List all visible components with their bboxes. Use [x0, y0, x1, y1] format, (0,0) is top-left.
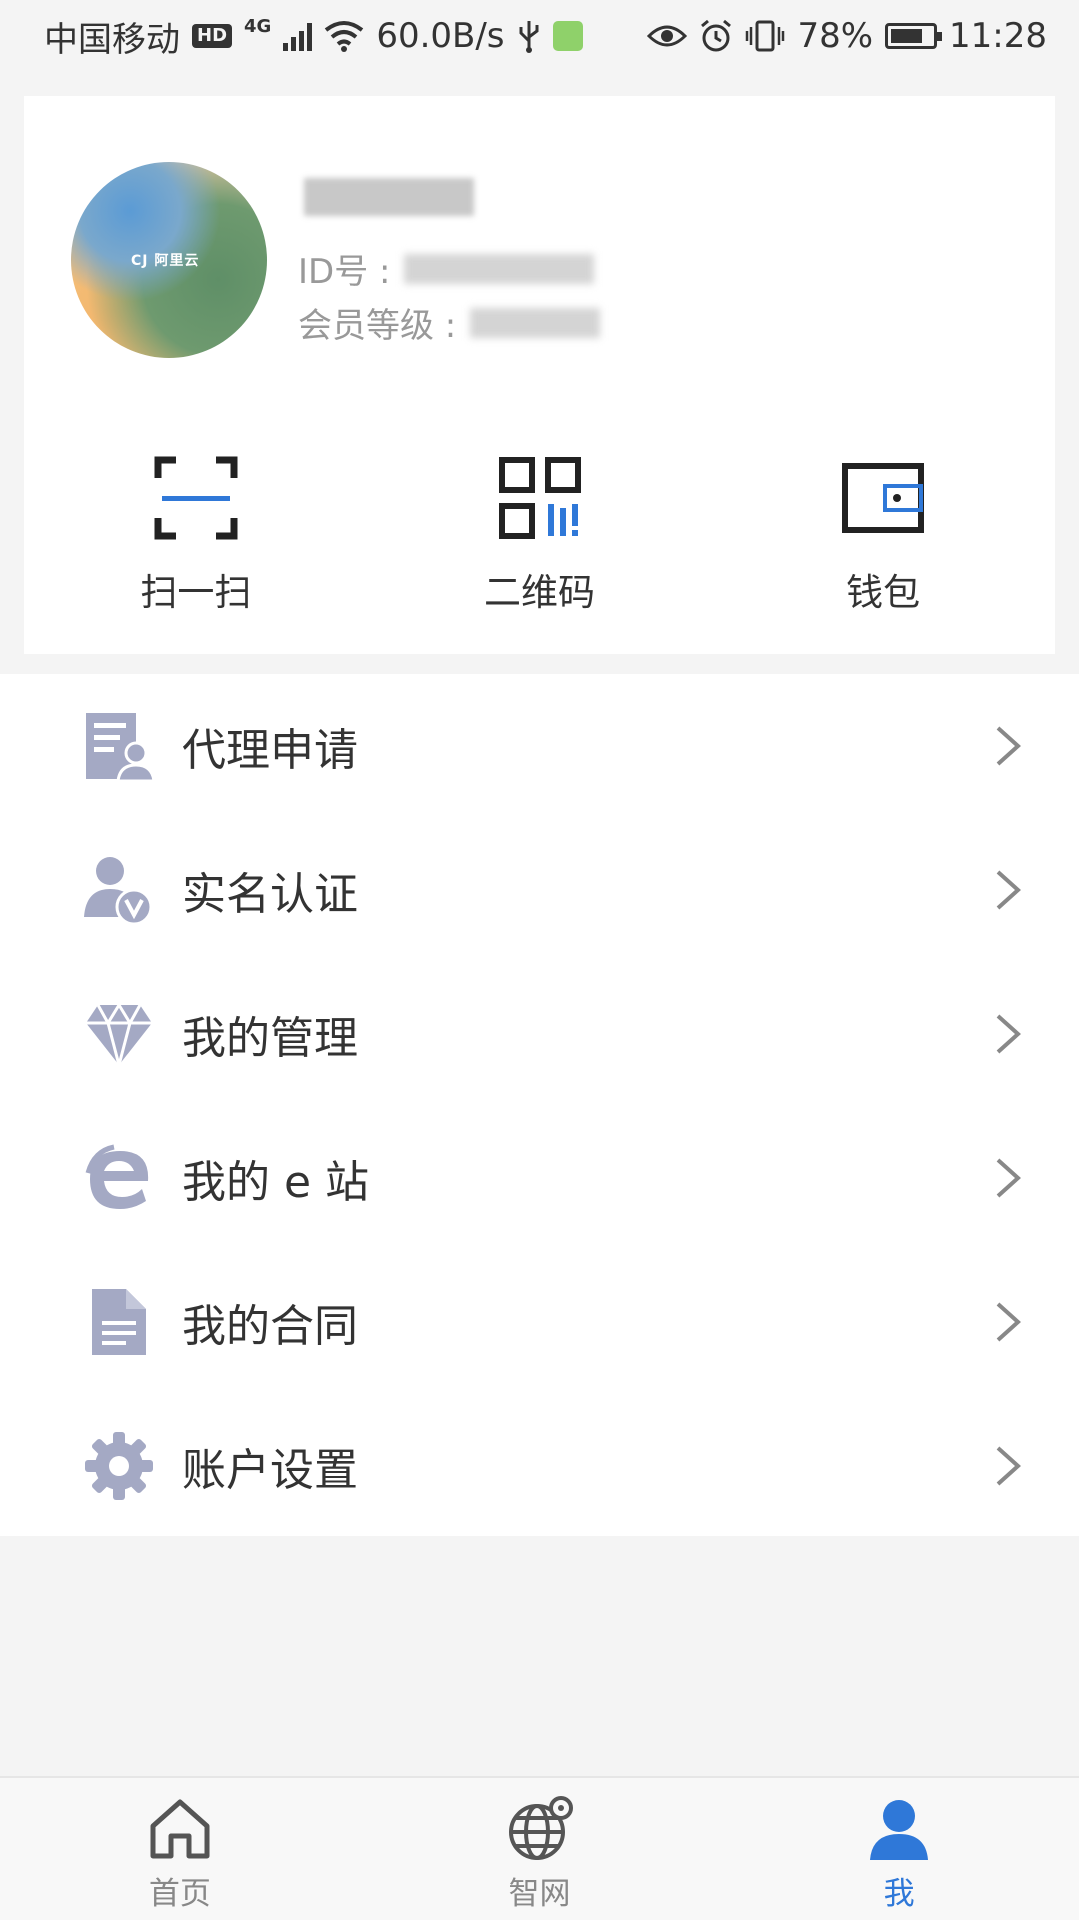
tab-me[interactable]: 我 [719, 1778, 1079, 1920]
wallet-icon [842, 463, 925, 533]
scan-icon [154, 456, 238, 540]
home-icon [150, 1799, 210, 1859]
menu-label-my-contract: 我的合同 [182, 1301, 358, 1352]
hd-badge: HD [192, 24, 233, 48]
menu-label-real-name-verification: 实名认证 [182, 869, 358, 920]
tab-label-me: 我 [883, 1876, 915, 1912]
wallet-button[interactable]: 钱包 [711, 456, 1055, 616]
menu-item-account-settings[interactable]: 账户设置 [0, 1394, 1079, 1538]
menu-item-my-e-site[interactable]: 我的 e 站 [0, 1106, 1079, 1250]
tab-label-smart-net: 智网 [508, 1876, 571, 1912]
scan-button[interactable]: 扫一扫 [24, 456, 368, 616]
eye-icon [647, 25, 688, 47]
usb-icon [519, 21, 539, 53]
avatar[interactable]: CJ 阿里云 [71, 162, 267, 358]
menu-label-my-e-site: 我的 e 站 [182, 1157, 370, 1208]
user-id-line: ID号 : [298, 244, 595, 293]
person-icon [870, 1800, 929, 1860]
avatar-logo: CJ 阿里云 [131, 253, 200, 269]
chevron-right-icon [996, 726, 1021, 766]
profile-card: CJ 阿里云 ID号 : 会员等级 : 扫一扫 二维码 钱包 [24, 96, 1055, 654]
menu-item-real-name-verification[interactable]: 实名认证 [0, 818, 1079, 962]
qrcode-icon [498, 457, 581, 539]
menu-list: 代理申请 实名认证 我的管理 我的 e 站 我的合同 账户设置 [0, 674, 1079, 1536]
user-id-label: ID号 : [298, 252, 391, 292]
diamond-icon [86, 1002, 152, 1069]
vibrate-icon [746, 20, 785, 52]
alarm-icon [701, 19, 732, 52]
chevron-right-icon [996, 870, 1021, 910]
tab-home[interactable]: 首页 [0, 1778, 360, 1920]
clock: 11:28 [949, 16, 1047, 56]
bottom-tab-bar: 首页 智网 我 [0, 1776, 1079, 1920]
username-redacted [304, 178, 474, 216]
e-site-icon [85, 1144, 149, 1209]
battery-percent: 78% [797, 16, 874, 56]
menu-label-agent-application: 代理申请 [182, 725, 358, 776]
member-level-line: 会员等级 : [298, 298, 601, 347]
qrcode-label: 二维码 [484, 571, 595, 614]
verified-user-icon [84, 857, 153, 925]
menu-label-account-settings: 账户设置 [182, 1445, 358, 1496]
member-level-redacted [470, 307, 601, 338]
chevron-right-icon [996, 1158, 1021, 1198]
network-type: 4G [244, 15, 272, 37]
chevron-right-icon [996, 1014, 1021, 1054]
carrier-name: 中国移动 [44, 19, 180, 60]
chevron-right-icon [996, 1446, 1021, 1486]
gear-icon [85, 1432, 153, 1500]
status-bar: 中国移动 HD 4G 60.0B/s 78% 11:28 [0, 0, 1079, 72]
agent-application-icon [86, 713, 154, 781]
tab-label-home: 首页 [148, 1876, 211, 1912]
menu-label-my-management: 我的管理 [182, 1013, 358, 1064]
signal-icon [283, 21, 313, 51]
tab-smart-net[interactable]: 智网 [360, 1778, 720, 1920]
qrcode-button[interactable]: 二维码 [368, 456, 712, 616]
menu-item-my-contract[interactable]: 我的合同 [0, 1250, 1079, 1394]
network-speed: 60.0B/s [376, 16, 505, 56]
notification-app-icon [552, 21, 583, 51]
member-level-label: 会员等级 : [298, 306, 457, 346]
globe-icon [508, 1796, 573, 1860]
menu-item-agent-application[interactable]: 代理申请 [0, 674, 1079, 818]
quick-actions: 扫一扫 二维码 钱包 [24, 456, 1055, 616]
scan-label: 扫一扫 [140, 571, 252, 614]
wallet-label: 钱包 [846, 571, 921, 614]
user-id-redacted [404, 253, 595, 284]
wifi-icon [325, 21, 364, 52]
chevron-right-icon [996, 1302, 1021, 1342]
contract-document-icon [92, 1289, 146, 1355]
menu-item-my-management[interactable]: 我的管理 [0, 962, 1079, 1106]
battery-icon [885, 23, 943, 49]
